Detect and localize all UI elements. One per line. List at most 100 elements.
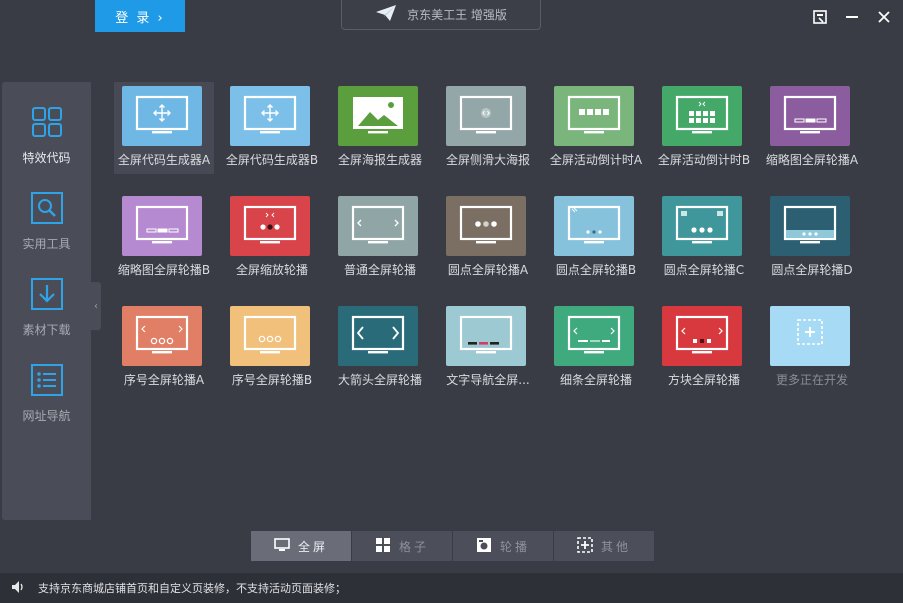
sidebar-item-effects[interactable]: 特效代码 xyxy=(2,92,91,178)
effect-tile[interactable]: 圆点全屏轮播D xyxy=(762,192,862,284)
effect-tile-label: 细条全屏轮播 xyxy=(559,373,632,387)
block-carousel-icon xyxy=(662,306,742,366)
effect-tile[interactable]: 全屏缩放轮播 xyxy=(222,192,322,284)
effect-tile[interactable]: 序号全屏轮播A xyxy=(114,302,214,394)
dot-carousel-icon xyxy=(446,196,526,256)
speaker-icon xyxy=(10,579,26,598)
carousel-icon xyxy=(476,537,492,556)
list-icon xyxy=(30,363,64,401)
tab-label: 其他 xyxy=(600,539,631,554)
grid-icon xyxy=(30,105,64,143)
close-icon[interactable] xyxy=(875,8,893,26)
effect-tile-label: 方块全屏轮播 xyxy=(667,373,740,387)
grid-icon xyxy=(375,537,391,556)
effect-tile[interactable]: 更多正在开发 xyxy=(762,302,862,394)
dot-carousel-icon xyxy=(662,196,742,256)
effect-tile-label: 缩略图全屏轮播B xyxy=(117,263,211,277)
thumbnail-monitor-icon xyxy=(122,196,202,256)
sidebar-item-label: 素材下载 xyxy=(22,322,71,337)
effect-tile-label: 全屏侧滑大海报 xyxy=(445,153,530,167)
effect-tile[interactable]: 全屏活动倒计时A xyxy=(546,82,646,174)
sidebar-item-downloads[interactable]: 素材下载 xyxy=(2,264,91,350)
effect-tile-label: 普通全屏轮播 xyxy=(343,263,416,277)
sidebar-item-tools[interactable]: 实用工具 xyxy=(2,178,91,264)
download-icon xyxy=(30,277,64,315)
effect-tile[interactable]: 细条全屏轮播 xyxy=(546,302,646,394)
effect-tile-label: 全屏缩放轮播 xyxy=(235,263,308,277)
category-tabs: 全屏 格子 轮播 其他 xyxy=(251,531,654,561)
skin-icon[interactable] xyxy=(811,8,829,26)
tab-fullscreen[interactable]: 全屏 xyxy=(251,531,351,561)
effect-tile[interactable]: 缩略图全屏轮播B xyxy=(114,192,214,284)
effect-tile[interactable]: 缩略图全屏轮播A xyxy=(762,82,862,174)
sidebar: 特效代码 实用工具 素材下载 网址导航 xyxy=(2,82,91,520)
minimize-icon[interactable] xyxy=(843,8,861,26)
countdown-monitor-icon xyxy=(662,86,742,146)
effect-tile-label: 文字导航全屏... xyxy=(446,373,530,387)
effect-tile-label: 圆点全屏轮播B xyxy=(555,263,637,277)
effect-tile-label: 全屏代码生成器B xyxy=(225,153,319,167)
effect-tile[interactable]: 序号全屏轮播B xyxy=(222,302,322,394)
tab-label: 全屏 xyxy=(297,539,328,554)
status-text: 支持京东商城店铺首页和自定义页装修，不支持活动页面装修； xyxy=(38,582,346,595)
thumbnail-monitor-icon xyxy=(770,86,850,146)
arrow-carousel-icon xyxy=(338,196,418,256)
effect-tile[interactable]: 圆点全屏轮播B xyxy=(546,192,646,284)
effect-tile-label: 圆点全屏轮播C xyxy=(663,263,745,277)
sidebar-collapse-handle[interactable]: ‹ xyxy=(91,282,101,330)
effect-tile-label: 全屏活动倒计时B xyxy=(657,153,751,167)
zoom-carousel-icon xyxy=(230,196,310,256)
effect-tile-label: 圆点全屏轮播A xyxy=(447,263,529,277)
effect-tile[interactable]: 大箭头全屏轮播 xyxy=(330,302,430,394)
window-controls xyxy=(811,8,893,26)
dot-carousel-icon xyxy=(770,196,850,256)
effect-tile-label: 全屏海报生成器 xyxy=(337,153,422,167)
sidebar-item-label: 实用工具 xyxy=(22,236,71,251)
effect-tile-label: 更多正在开发 xyxy=(775,373,848,387)
effect-tile-label: 序号全屏轮播B xyxy=(231,373,313,387)
move-monitor-icon xyxy=(230,86,310,146)
effect-tile[interactable]: 普通全屏轮播 xyxy=(330,192,430,284)
image-monitor-icon xyxy=(338,86,418,146)
tab-label: 格子 xyxy=(398,539,429,554)
effect-tile[interactable]: 方块全屏轮播 xyxy=(654,302,754,394)
tab-grid[interactable]: 格子 xyxy=(352,531,452,561)
effect-tile[interactable]: 全屏活动倒计时B xyxy=(654,82,754,174)
effect-tile[interactable]: 圆点全屏轮播C xyxy=(654,192,754,284)
numbered-carousel-icon xyxy=(230,306,310,366)
app-title-bar: 京东美工王 增强版 xyxy=(341,0,541,30)
effect-tile[interactable]: 圆点全屏轮播A xyxy=(438,192,538,284)
tab-label: 轮播 xyxy=(499,539,530,554)
text-nav-carousel-icon xyxy=(446,306,526,366)
tab-carousel[interactable]: 轮播 xyxy=(453,531,553,561)
login-button[interactable]: 登 录 › xyxy=(95,0,185,32)
effect-tile-label: 全屏活动倒计时A xyxy=(549,153,643,167)
numbered-carousel-icon xyxy=(122,306,202,366)
effect-tile[interactable]: 文字导航全屏... xyxy=(438,302,538,394)
add-placeholder-icon xyxy=(770,306,850,366)
other-icon xyxy=(577,536,593,556)
slide-monitor-icon xyxy=(446,86,526,146)
big-arrow-carousel-icon xyxy=(338,306,418,366)
tab-other[interactable]: 其他 xyxy=(554,531,654,561)
dot-carousel-icon xyxy=(554,196,634,256)
effect-tile-label: 全屏代码生成器A xyxy=(117,153,211,167)
title-bar: 登 录 › 京东美工王 增强版 xyxy=(0,0,903,36)
effect-tile-label: 序号全屏轮播A xyxy=(123,373,205,387)
effect-tile-label: 缩略图全屏轮播A xyxy=(765,153,859,167)
monitor-icon xyxy=(274,537,290,555)
effect-tile[interactable]: 全屏代码生成器B xyxy=(222,82,322,174)
countdown-monitor-icon xyxy=(554,86,634,146)
sidebar-item-navigation[interactable]: 网址导航 xyxy=(2,350,91,436)
effect-tile[interactable]: 全屏海报生成器 xyxy=(330,82,430,174)
bar-carousel-icon xyxy=(554,306,634,366)
effect-tile[interactable]: 全屏代码生成器A xyxy=(114,82,214,174)
search-icon xyxy=(30,191,64,229)
effect-tile-label: 圆点全屏轮播D xyxy=(771,263,853,277)
paper-plane-icon xyxy=(375,4,397,25)
move-monitor-icon xyxy=(122,86,202,146)
app-title: 京东美工王 增强版 xyxy=(407,8,507,22)
effect-tile-label: 大箭头全屏轮播 xyxy=(337,373,422,387)
effect-tile[interactable]: 全屏侧滑大海报 xyxy=(438,82,538,174)
sidebar-item-label: 网址导航 xyxy=(22,408,71,423)
